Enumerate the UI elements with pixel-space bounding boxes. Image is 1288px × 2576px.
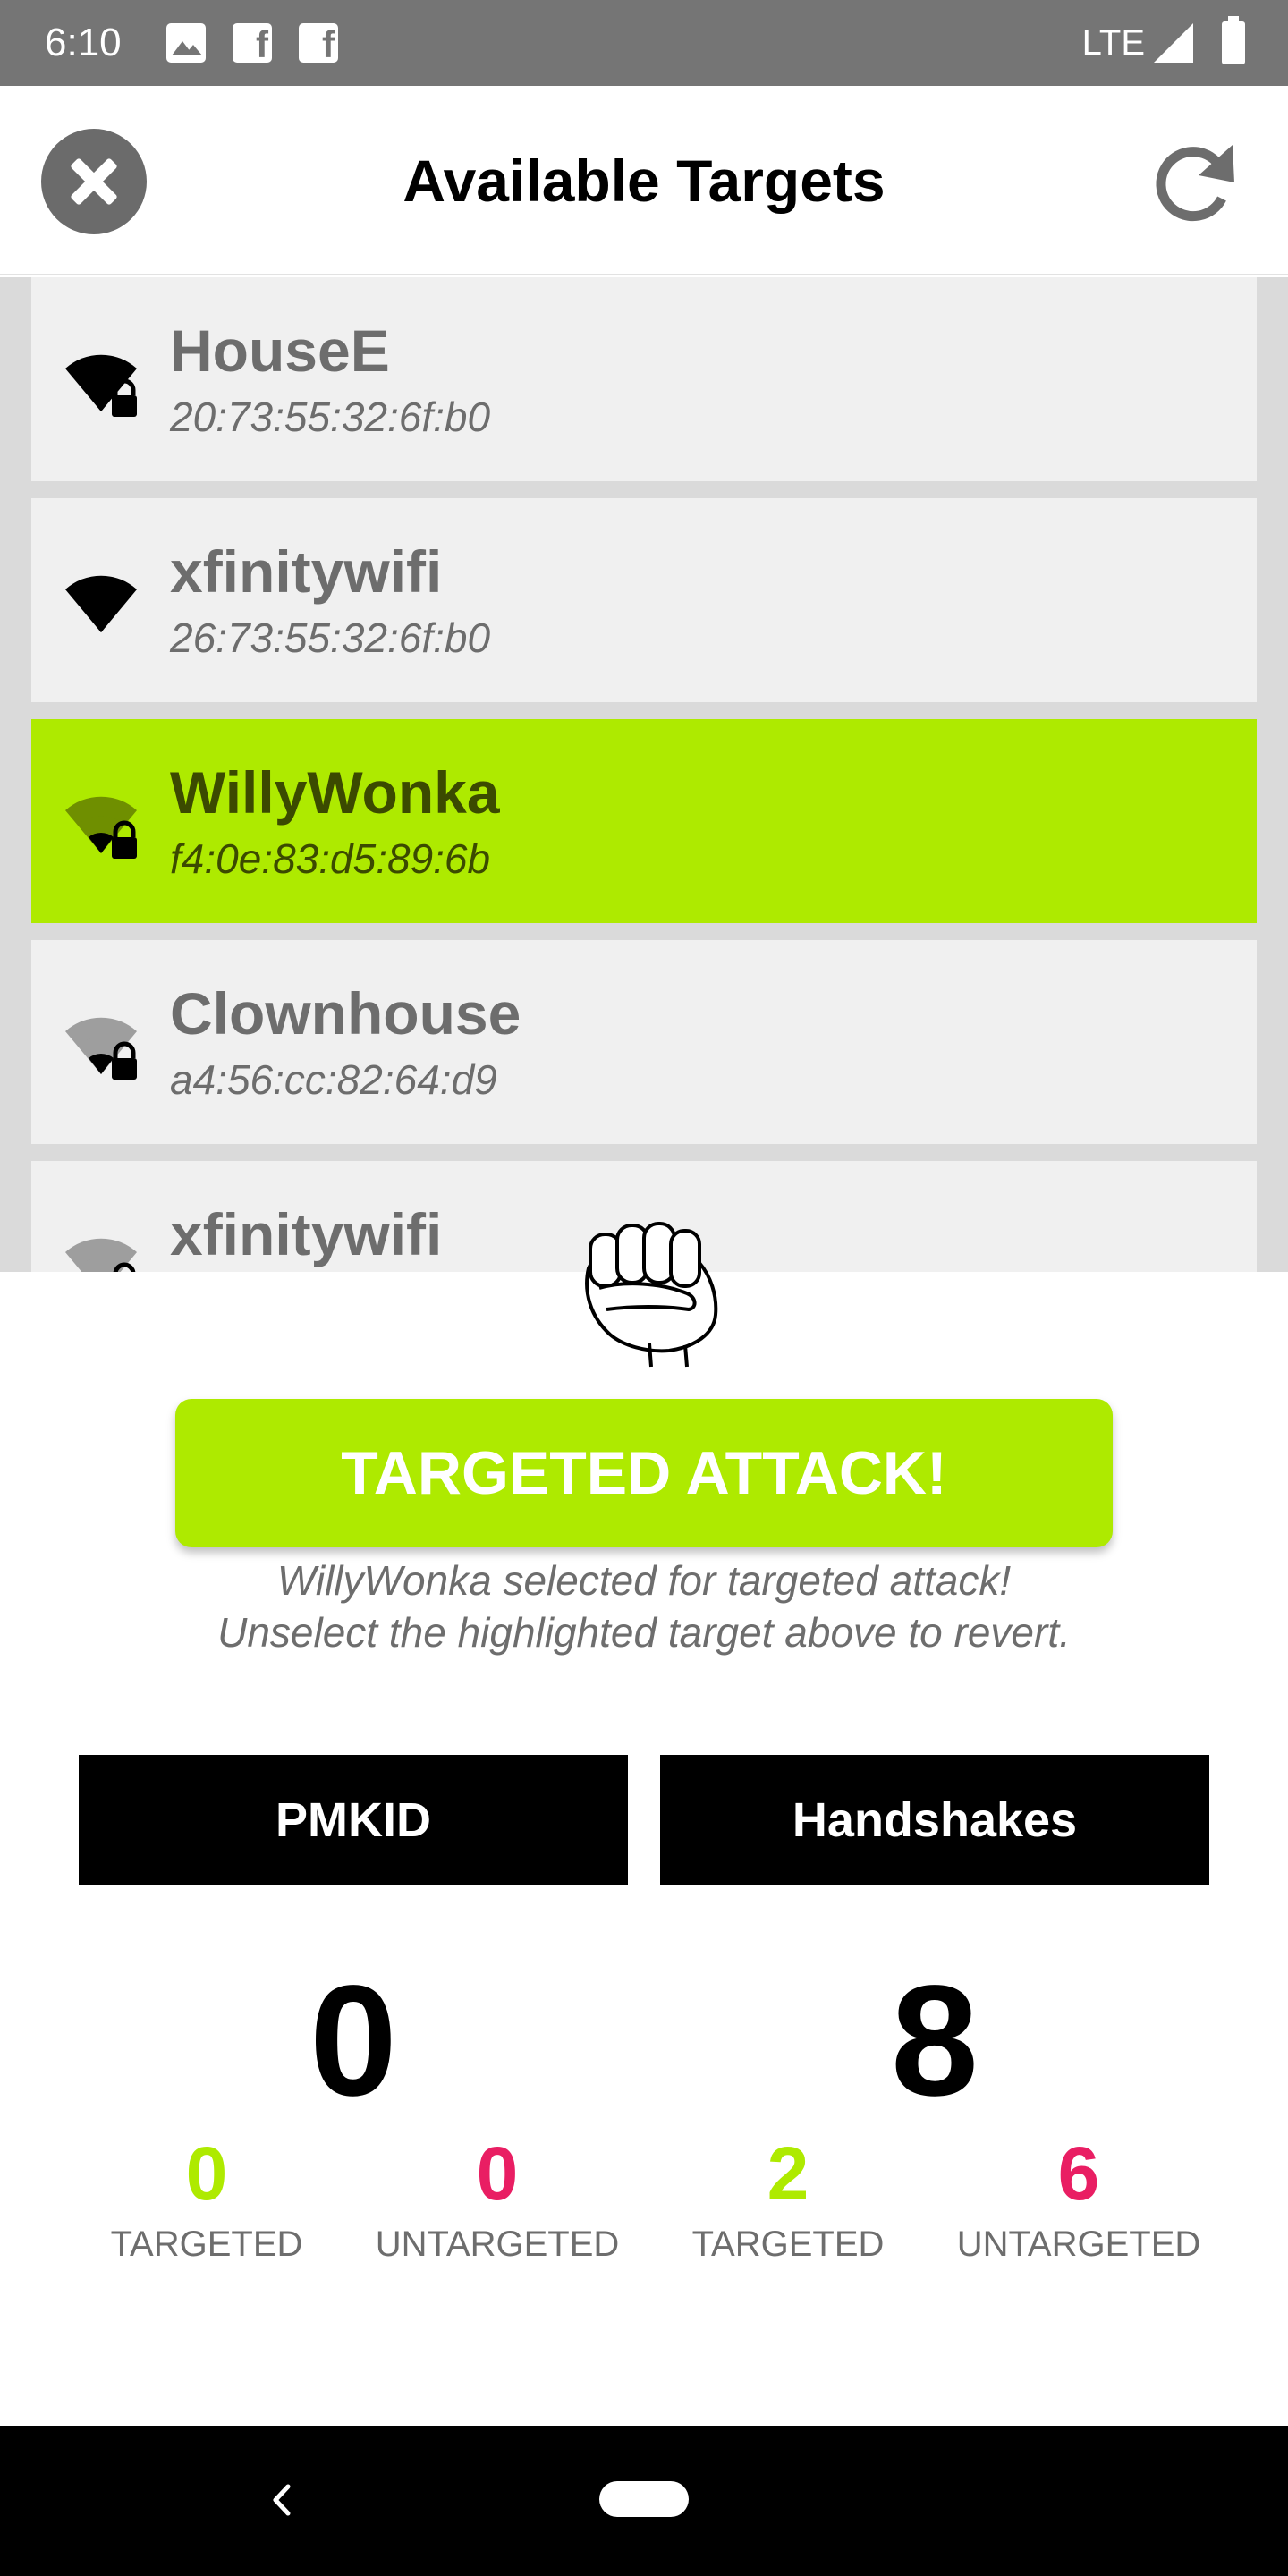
pmkid-untargeted-count: 0: [476, 2131, 519, 2216]
wifi-locked-icon: [62, 784, 140, 862]
notification-icons: f f: [166, 23, 338, 64]
back-icon[interactable]: [259, 2478, 304, 2522]
pmkid-total: 0: [309, 1953, 397, 2129]
target-row[interactable]: HouseE 20:73:55:32:6f:b0: [31, 277, 1257, 481]
refresh-icon[interactable]: [1147, 136, 1241, 231]
pmkid-header: PMKID: [79, 1755, 628, 1885]
handshakes-untargeted-count: 6: [1057, 2131, 1100, 2216]
attack-note-line2: Unselect the highlighted target above to…: [217, 1609, 1071, 1656]
targeted-attack-button[interactable]: TARGETED ATTACK!: [175, 1399, 1113, 1547]
system-nav-bar: [0, 2426, 1288, 2576]
target-name: xfinitywifi: [170, 538, 443, 605]
wifi-locked-icon: [62, 342, 140, 420]
home-button[interactable]: [599, 2481, 689, 2517]
app-header: Available Targets: [0, 86, 1288, 275]
wifi-locked-icon: [62, 1225, 140, 1272]
facebook-icon: f: [299, 23, 338, 64]
handshakes-targeted-label: TARGETED: [691, 2224, 885, 2264]
target-mac: 20:73:55:32:6f:b0: [170, 394, 491, 440]
wifi-icon: [62, 563, 140, 641]
target-name: HouseE: [170, 318, 390, 384]
status-time: 6:10: [45, 21, 122, 64]
image-icon: [166, 23, 206, 63]
handshakes-untargeted-label: UNTARGETED: [956, 2224, 1201, 2264]
facebook-icon: f: [233, 23, 272, 64]
handshakes-header: Handshakes: [660, 1755, 1209, 1885]
pmkid-targeted-label: TARGETED: [110, 2224, 303, 2264]
target-mac: f4:0e:83:d5:89:6b: [170, 835, 491, 882]
target-row[interactable]: Clownhouse a4:56:cc:82:64:d9: [31, 940, 1257, 1144]
target-mac: a4:56:cc:82:64:d9: [170, 1056, 497, 1103]
pmkid-targeted-count: 0: [185, 2131, 228, 2216]
handshakes-targeted-count: 2: [767, 2131, 809, 2216]
fist-icon: [585, 1222, 718, 1368]
battery-icon: [1222, 16, 1245, 64]
signal-strength-icon: [1154, 23, 1193, 63]
target-name: Clownhouse: [170, 980, 521, 1046]
attack-note-line1: WillyWonka selected for targeted attack!: [276, 1557, 1012, 1604]
pmkid-untargeted-label: UNTARGETED: [375, 2224, 620, 2264]
wifi-locked-icon: [62, 1004, 140, 1083]
target-list[interactable]: HouseE 20:73:55:32:6f:b0 xfinitywifi 26:73:…: [0, 277, 1288, 1272]
target-name: WillyWonka: [170, 759, 500, 826]
handshakes-total: 8: [891, 1953, 979, 2129]
target-row[interactable]: WillyWonka f4:0e:83:d5:89:6b: [31, 719, 1257, 923]
target-row[interactable]: xfinitywifi 26:73:55:32:6f:b0: [31, 498, 1257, 702]
attack-panel: TARGETED ATTACK! WillyWonka selected for…: [0, 1222, 1288, 2426]
target-name: xfinitywifi: [170, 1201, 443, 1267]
status-right: LTE: [1081, 16, 1245, 66]
status-bar: 6:10 f f LTE: [0, 0, 1288, 86]
target-mac: 26:73:55:32:6f:b0: [170, 614, 491, 661]
page-title: Available Targets: [402, 148, 886, 214]
network-type: LTE: [1081, 23, 1145, 63]
attack-note: WillyWonka selected for targeted attack!…: [0, 1555, 1288, 1658]
